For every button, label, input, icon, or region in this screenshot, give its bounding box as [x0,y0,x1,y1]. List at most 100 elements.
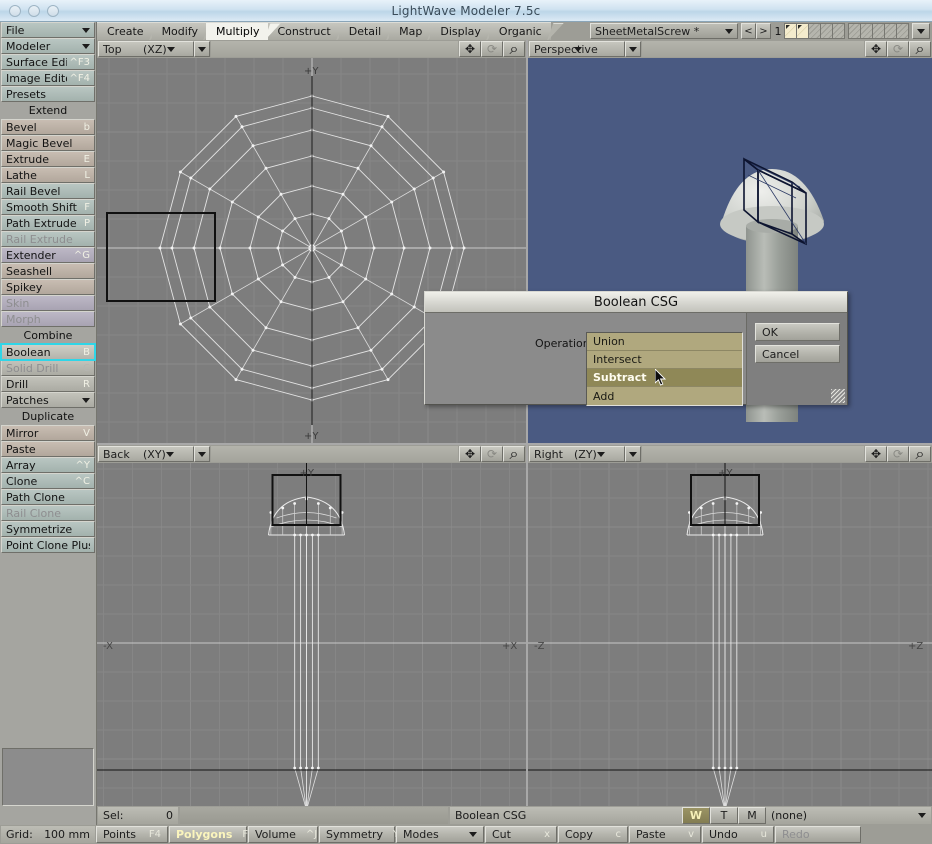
grid-size-display: Grid: 100 mm [1,826,95,843]
tab-label: Display [440,25,481,38]
action-button-undo[interactable]: Undo u [702,826,774,843]
sidebar-item-mirror[interactable]: Mirror V [1,425,95,441]
cancel-button[interactable]: Cancel [755,345,840,363]
sidebar-item-spikey[interactable]: Spikey [1,279,95,295]
sel-value: 0 [166,809,173,822]
action-button-modes[interactable]: Modes [396,826,484,843]
sidebar-item-magic-bevel[interactable]: Magic Bevel [1,135,95,151]
viewport-type-selector[interactable]: Perspective [529,41,625,57]
sidebar-item-surface-editor[interactable]: Surface Editor^F3 [1,54,95,70]
sidebar-item-array[interactable]: Array ^Y [1,457,95,473]
viewport-magnifier-button[interactable]: ⌕ [909,39,931,58]
layer-dropdown-button[interactable] [912,23,930,39]
action-button-cut[interactable]: Cut x [485,826,557,843]
prev-object-button[interactable]: < [741,23,756,39]
tab-detail[interactable]: Detail [338,22,391,40]
svg-text:+X: +X [502,641,517,652]
tab-display[interactable]: Display [430,22,490,40]
layer-swatch-10[interactable] [896,23,909,39]
viewport-options-button[interactable] [625,446,641,462]
viewport-options-button[interactable] [194,41,210,57]
sidebar-menu-file[interactable]: File [1,22,95,38]
tab-create[interactable]: Create [97,22,153,40]
object-dropdown[interactable]: SheetMetalScrew * [590,23,738,39]
sidebar-item-path-clone[interactable]: Path Clone [1,489,95,505]
viewport-rotate-button[interactable]: ⟳ [887,41,909,57]
action-button-polygons[interactable]: PolygonsF3 [169,826,255,843]
viewport-magnifier-button[interactable]: ⌕ [503,39,525,58]
viewport-rotate-button[interactable]: ⟳ [887,446,909,462]
sidebar-item-rail-bevel[interactable]: Rail Bevel [1,183,95,199]
action-button-copy[interactable]: Copy c [558,826,628,843]
viewport-options-button[interactable] [625,41,641,57]
operation-option-intersect[interactable]: Intersect [587,351,742,369]
viewport-rotate-button[interactable]: ⟳ [481,446,503,462]
chevron-down-icon [198,46,206,52]
sidebar-item-label: File [6,23,25,37]
viewport-magnifier-button[interactable]: ⌕ [909,444,931,463]
tab-modify[interactable]: Modify [151,22,208,40]
next-object-button[interactable]: > [756,23,771,39]
shortcut-key: P [83,217,90,229]
sidebar-item-lathe[interactable]: Lathe L [1,167,95,183]
layer-swatch-5[interactable] [832,23,845,39]
sidebar-item-symmetrize[interactable]: Symmetrize [1,521,95,537]
sidebar-item-label: Rail Extrude [6,232,73,246]
viewport-magnifier-button[interactable]: ⌕ [503,444,525,463]
sidebar-menu-modeler[interactable]: Modeler [1,38,95,54]
tab-label: Organic [498,25,542,38]
viewport-canvas[interactable]: +Y -Z +Z [528,463,932,806]
sidebar-item-path-extrude[interactable]: Path Extrude P [1,215,95,231]
sidebar-item-extender[interactable]: Extender ^G [1,247,95,263]
operation-option-union[interactable]: Union [587,333,742,351]
status-message-field [180,807,448,824]
shortcut-key: F [84,201,90,213]
sidebar-item-label: Array [6,458,36,472]
sidebar-item-extrude[interactable]: Extrude E [1,151,95,167]
surface-selector[interactable]: (none) [766,807,931,824]
mode-button-t[interactable]: T [710,807,738,824]
action-button-symmetry[interactable]: SymmetryY [319,826,399,843]
viewport-move-button[interactable]: ✥ [459,41,481,57]
viewport-options-button[interactable] [194,446,210,462]
mode-button-w[interactable]: W [682,807,710,824]
viewport-canvas[interactable]: +Y -X +X [97,463,526,806]
sidebar-item-presets[interactable]: Presets [1,86,95,102]
selection-count: Sel: 0 [98,807,178,824]
ok-button[interactable]: OK [755,323,840,341]
sidebar-item-boolean[interactable]: Boolean B [0,343,96,361]
tab-organic[interactable]: Organic [488,22,551,40]
action-button-points[interactable]: Points F4 [96,826,168,843]
mode-button-m[interactable]: M [738,807,766,824]
sidebar-item-bevel[interactable]: Bevel b [1,119,95,135]
viewport-type-selector[interactable]: Top (XZ) [98,41,194,57]
sidebar-item-point-clone-plus[interactable]: Point Clone Plus [1,537,95,553]
action-button-paste[interactable]: Paste v [629,826,701,843]
tab-map[interactable]: Map [389,22,432,40]
sidebar-item-paste[interactable]: Paste [1,441,95,457]
viewport-type-selector[interactable]: Right (ZY) [529,446,625,462]
viewport-rotate-button[interactable]: ⟳ [481,41,503,57]
viewport-move-button[interactable]: ✥ [865,446,887,462]
viewport-move-button[interactable]: ✥ [865,41,887,57]
sidebar-item-seashell[interactable]: Seashell [1,263,95,279]
tab-multiply[interactable]: Multiply [206,22,269,40]
viewport-move-button[interactable]: ✥ [459,446,481,462]
boolean-csg-dialog: Boolean CSG Operation Union Intersect Subt… [424,291,848,406]
action-button-label: Redo [782,828,810,841]
sidebar-item-rail-extrude: Rail Extrude [1,231,95,247]
shortcut-key: ^C [74,475,90,487]
sidebar-item-image-editor[interactable]: Image Editor^F4 [1,70,95,86]
viewport-type-selector[interactable]: Back (XY) [98,446,194,462]
sidebar-item-smooth-shift[interactable]: Smooth Shift F [1,199,95,215]
sidebar-item-label: Boolean [6,345,51,359]
sidebar-item-patches[interactable]: Patches [1,392,95,408]
sidebar-item-clone[interactable]: Clone ^C [1,473,95,489]
operation-option-add[interactable]: Add [587,387,742,405]
action-button-volume[interactable]: Volume ^J [248,826,318,843]
chevron-down-icon [82,397,90,403]
sidebar-item-label: Rail Clone [6,506,61,520]
cancel-button-label: Cancel [762,347,800,361]
resize-grip-icon[interactable] [831,389,845,403]
sidebar-item-drill[interactable]: Drill R [1,376,95,392]
